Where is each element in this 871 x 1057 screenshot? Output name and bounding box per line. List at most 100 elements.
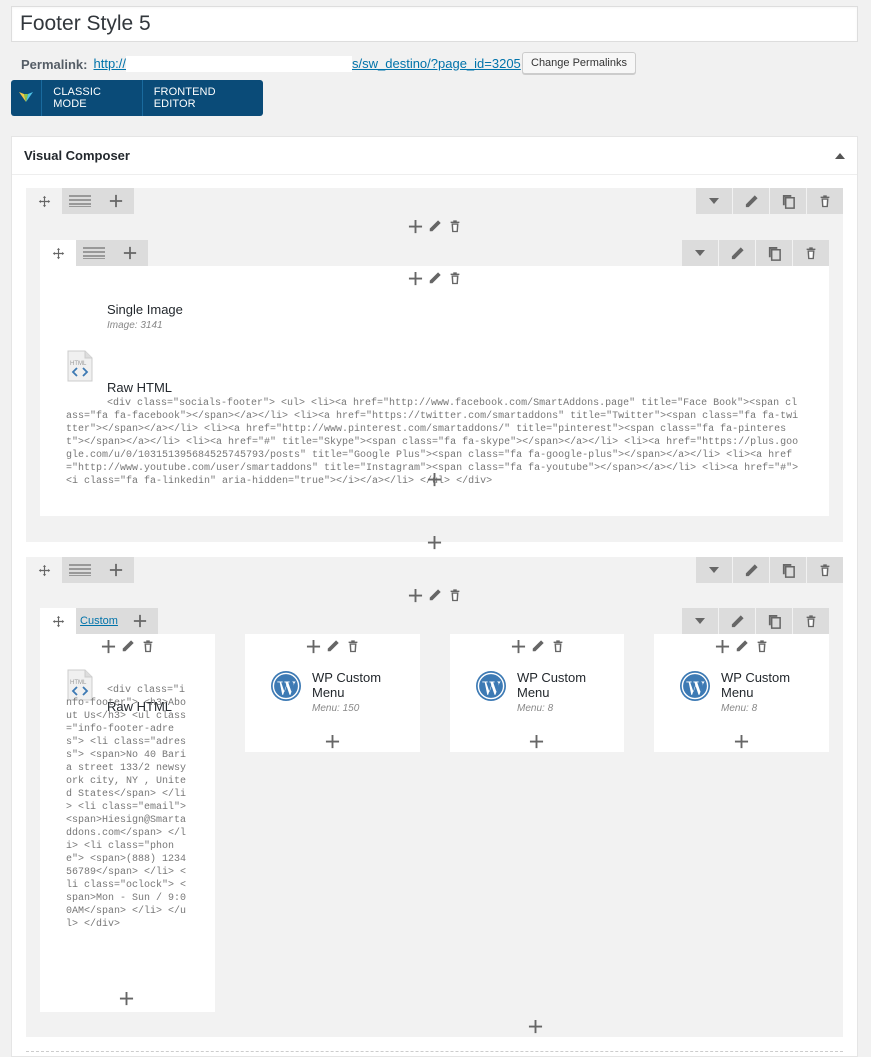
column-tools xyxy=(407,270,463,286)
wp-custom-menu-element[interactable]: WP Custom Menu Menu: 8 xyxy=(475,670,617,714)
move-icon[interactable] xyxy=(40,608,76,634)
layout-icon[interactable] xyxy=(62,188,98,214)
add-element-plus-icon[interactable] xyxy=(325,734,340,754)
plus-icon[interactable] xyxy=(510,638,526,654)
permalink-row: Permalink: http:// s/sw_destino/?page_id=… xyxy=(21,53,521,75)
raw-html-element[interactable]: HTML Raw HTML <div class="info-footer"> … xyxy=(66,667,190,930)
chevron-down-icon[interactable] xyxy=(696,188,732,214)
plus-icon[interactable] xyxy=(305,638,321,654)
plus-icon[interactable] xyxy=(98,557,134,583)
clone-icon[interactable] xyxy=(770,188,806,214)
svg-text:HTML: HTML xyxy=(70,361,87,367)
trash-icon[interactable] xyxy=(447,587,463,603)
pencil-icon[interactable] xyxy=(719,240,755,266)
vc-row-1: Single Image Image: 3141 HTML Raw HTML <… xyxy=(26,188,843,542)
add-column-plus-icon[interactable] xyxy=(427,535,442,555)
permalink-label: Permalink: xyxy=(21,56,88,72)
element-subtitle: Menu: 8 xyxy=(721,703,758,714)
tab-custom[interactable]: Custom xyxy=(76,608,122,634)
plus-icon[interactable] xyxy=(407,218,423,234)
move-icon[interactable] xyxy=(26,557,62,583)
trash-icon[interactable] xyxy=(550,638,566,654)
trash-icon[interactable] xyxy=(793,240,829,266)
column-tools xyxy=(407,587,463,603)
pencil-icon[interactable] xyxy=(325,638,341,654)
wp-custom-menu-element[interactable]: WP Custom Menu Menu: 150 xyxy=(270,670,412,714)
pencil-icon[interactable] xyxy=(530,638,546,654)
trash-icon[interactable] xyxy=(793,608,829,634)
move-icon[interactable] xyxy=(40,240,76,266)
column-3: WP Custom Menu Menu: 8 xyxy=(450,634,624,752)
column-tools xyxy=(100,638,156,654)
plus-icon[interactable] xyxy=(122,608,158,634)
clone-icon[interactable] xyxy=(770,557,806,583)
clone-icon[interactable] xyxy=(756,608,792,634)
column-tools xyxy=(510,638,566,654)
chevron-down-icon[interactable] xyxy=(682,240,718,266)
clone-icon[interactable] xyxy=(756,240,792,266)
row-1-controls-right xyxy=(695,188,843,214)
vc-row-2: Custom HTML Raw HTML <div class="info-fo… xyxy=(26,557,843,1037)
trash-icon[interactable] xyxy=(447,270,463,286)
permalink-end: s/sw_destino/?page_id=3205 xyxy=(352,55,521,71)
pencil-icon[interactable] xyxy=(427,270,443,286)
layout-icon[interactable] xyxy=(76,240,112,266)
column-1: HTML Raw HTML <div class="info-footer"> … xyxy=(40,634,215,1012)
pencil-icon[interactable] xyxy=(719,608,755,634)
wp-custom-menu-element[interactable]: WP Custom Menu Menu: 8 xyxy=(679,670,821,714)
plus-icon[interactable] xyxy=(407,270,423,286)
raw-html-element[interactable]: HTML Raw HTML <div class="socials-footer… xyxy=(66,348,806,488)
column-4: WP Custom Menu Menu: 8 xyxy=(654,634,829,752)
pencil-icon[interactable] xyxy=(427,218,443,234)
plus-icon[interactable] xyxy=(112,240,148,266)
single-image-element[interactable]: Single Image Image: 3141 xyxy=(107,302,183,331)
trash-icon[interactable] xyxy=(807,188,843,214)
plus-icon[interactable] xyxy=(714,638,730,654)
trash-icon[interactable] xyxy=(345,638,361,654)
trash-icon[interactable] xyxy=(807,557,843,583)
element-title: WP Custom Menu xyxy=(721,670,791,700)
plus-icon[interactable] xyxy=(100,638,116,654)
plus-icon[interactable] xyxy=(98,188,134,214)
pencil-icon[interactable] xyxy=(120,638,136,654)
column-tools xyxy=(407,218,463,234)
column-tools xyxy=(714,638,770,654)
classic-mode-button[interactable]: CLASSIC MODE xyxy=(42,80,143,116)
pencil-icon[interactable] xyxy=(733,557,769,583)
add-element-plus-icon[interactable] xyxy=(427,472,442,492)
element-subtitle: Menu: 8 xyxy=(517,703,554,714)
trash-icon[interactable] xyxy=(447,218,463,234)
collapse-arrow-icon[interactable] xyxy=(835,152,845,159)
element-title: WP Custom Menu xyxy=(517,670,587,700)
vc-mode-bar: CLASSIC MODE FRONTEND EDITOR xyxy=(11,80,263,116)
trash-icon[interactable] xyxy=(140,638,156,654)
add-element-plus-icon[interactable] xyxy=(119,991,134,1011)
panel-header[interactable]: Visual Composer xyxy=(12,137,857,175)
pencil-icon[interactable] xyxy=(733,188,769,214)
add-row-dropzone[interactable] xyxy=(26,1051,843,1052)
wordpress-icon xyxy=(679,670,711,702)
pencil-icon[interactable] xyxy=(734,638,750,654)
add-element-plus-icon[interactable] xyxy=(529,734,544,754)
permalink-start: http:// xyxy=(93,55,127,71)
element-title: Raw HTML xyxy=(107,380,173,395)
chevron-down-icon[interactable] xyxy=(682,608,718,634)
trash-icon[interactable] xyxy=(754,638,770,654)
layout-icon[interactable] xyxy=(62,557,98,583)
move-icon[interactable] xyxy=(26,188,62,214)
frontend-editor-button[interactable]: FRONTEND EDITOR xyxy=(143,80,263,116)
plus-icon[interactable] xyxy=(407,587,423,603)
column-2: WP Custom Menu Menu: 150 xyxy=(245,634,420,752)
add-column-plus-icon[interactable] xyxy=(528,1019,543,1039)
tab-custom-label: Custom xyxy=(80,615,118,627)
inner-row-head xyxy=(40,240,829,266)
vc-logo-icon xyxy=(11,80,43,116)
post-title-input[interactable] xyxy=(11,6,858,42)
column-tools xyxy=(305,638,361,654)
pencil-icon[interactable] xyxy=(427,587,443,603)
wordpress-icon xyxy=(270,670,302,702)
change-permalinks-button[interactable]: Change Permalinks xyxy=(522,52,636,74)
permalink-link[interactable]: http:// s/sw_destino/?page_id=3205 xyxy=(93,55,521,73)
chevron-down-icon[interactable] xyxy=(696,557,732,583)
add-element-plus-icon[interactable] xyxy=(734,734,749,754)
